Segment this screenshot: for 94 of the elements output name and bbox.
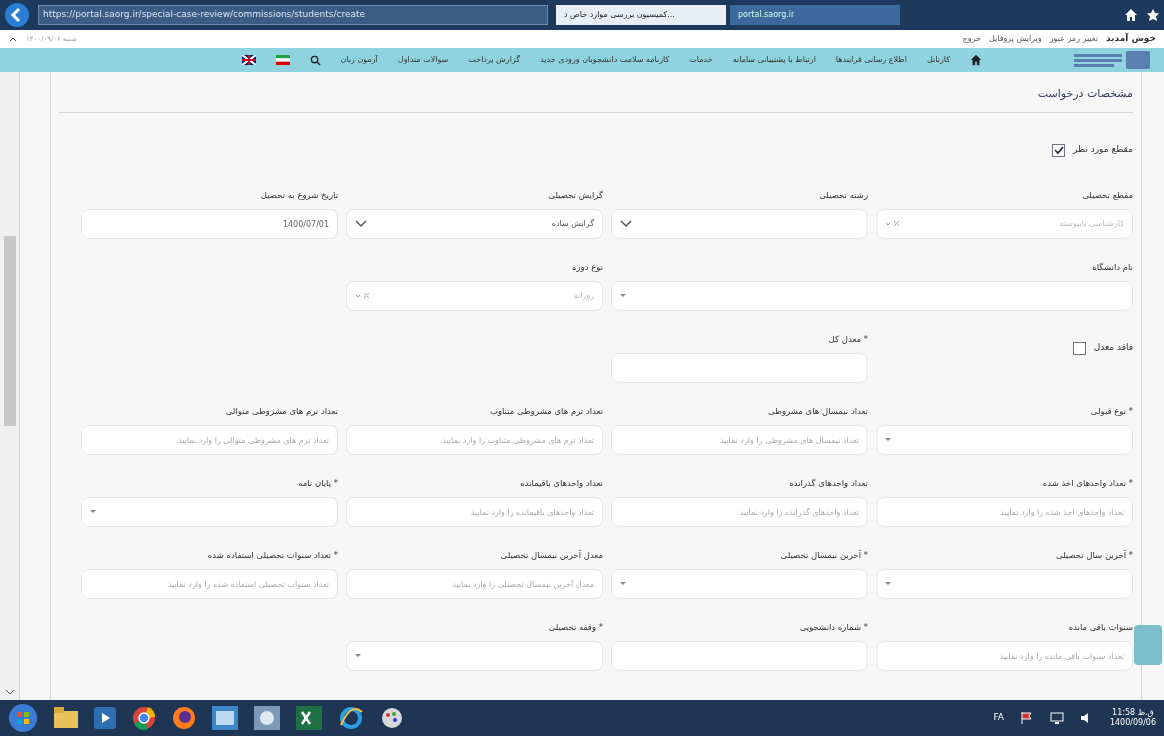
checkbox-label: مقطع مورد نظر xyxy=(1073,143,1133,157)
logo-icon xyxy=(1072,50,1152,70)
chrome-icon[interactable] xyxy=(132,706,156,730)
network-icon[interactable] xyxy=(1049,711,1064,725)
checkbox[interactable] xyxy=(1072,341,1086,355)
input-field[interactable]: تعداد واحدهای گذرانده را وارد نمایید xyxy=(611,497,868,527)
excel-icon[interactable] xyxy=(296,706,322,730)
address-bar[interactable]: https://portal.saorg.ir/special-case-review/commissions/students/create xyxy=(38,5,548,25)
top-link[interactable]: ویرایش پروفایل xyxy=(988,33,1042,45)
select-field[interactable]: گرایش ساده xyxy=(346,209,603,239)
field-label: * آخرین نیمسال تحصیلی xyxy=(779,549,868,561)
chevron-down-icon[interactable] xyxy=(620,220,632,228)
field-label: تعداد ترم های مشروطی متناوب xyxy=(488,405,603,417)
nav-link[interactable]: کارنامه سلامت دانشجویان ورودی جدید xyxy=(540,54,670,66)
input-field[interactable]: تعداد ترم های مشروطی متناوب را وارد نمایید xyxy=(346,425,603,455)
field-label: مقطع تحصیلی xyxy=(1081,189,1133,201)
language-indicator[interactable]: FA xyxy=(993,711,1004,725)
back-icon[interactable] xyxy=(4,2,30,28)
field-label: تعداد نیمسال های مشروطی xyxy=(767,405,868,417)
nav-link[interactable]: اطلاع رسانی فرایندها xyxy=(835,54,907,66)
field-label: تعداد واحدهای باقیمانده xyxy=(519,477,603,489)
caret-icon[interactable] xyxy=(355,654,361,658)
input-field[interactable] xyxy=(611,353,868,383)
select-field[interactable] xyxy=(876,425,1133,455)
caret-icon[interactable] xyxy=(885,438,891,442)
welcome-link[interactable]: خوش آمدید xyxy=(1105,32,1156,46)
select-field[interactable] xyxy=(611,209,868,239)
start-icon[interactable] xyxy=(8,703,38,733)
firefox-icon[interactable] xyxy=(172,706,196,730)
field-label: معدل آخرین نیمسال تحصیلی xyxy=(499,549,603,561)
select-field[interactable] xyxy=(876,569,1133,599)
top-link[interactable]: تغییر رمز عبور xyxy=(1049,33,1098,45)
paint-icon[interactable] xyxy=(380,706,404,730)
input-field[interactable] xyxy=(611,641,868,671)
input-field[interactable]: تعداد ترم های مشروطی متوالی را وارد نمایید xyxy=(81,425,338,455)
field-label: * نوع قبولی xyxy=(1089,405,1133,417)
media-icon[interactable] xyxy=(94,707,116,729)
field-label: گرایش تحصیلی xyxy=(547,189,603,201)
field-label: سنوات باقی مانده xyxy=(1067,621,1133,633)
nav-link[interactable]: گزارش پرداخت xyxy=(468,54,521,66)
app-icon[interactable] xyxy=(212,706,238,730)
flag-tray-icon[interactable] xyxy=(1019,711,1034,725)
input-field[interactable]: 1400/07/01 xyxy=(81,209,338,239)
ie-icon[interactable] xyxy=(338,706,364,730)
select-field[interactable] xyxy=(611,281,1133,311)
home-icon[interactable] xyxy=(970,54,982,66)
nav-link[interactable]: خدمات xyxy=(689,54,713,66)
select-field[interactable] xyxy=(346,641,603,671)
caret-icon[interactable] xyxy=(620,582,626,586)
chevron-down-icon[interactable] xyxy=(355,220,367,228)
flag-icon[interactable] xyxy=(241,55,256,65)
input-field[interactable]: معدل آخرین نیمسال تحصیلی را وارد نمایید xyxy=(346,569,603,599)
field-label: تعداد واحدهای گذرانده xyxy=(788,477,868,489)
nav-link[interactable]: آزمون زبان xyxy=(340,54,378,66)
star-icon[interactable] xyxy=(1146,8,1160,22)
clear-caret-icon[interactable] xyxy=(355,292,371,300)
caret-icon[interactable] xyxy=(90,510,96,514)
field-label: رشته تحصیلی xyxy=(818,189,868,201)
folder-icon[interactable] xyxy=(54,707,78,729)
field-label: * شماره دانشجویی xyxy=(798,621,868,633)
home-icon[interactable] xyxy=(1124,8,1138,22)
field-label: * تعداد واحدهای اخذ شده xyxy=(1041,477,1133,489)
input-field[interactable]: تعداد واحدهای باقیمانده را وارد نمایید xyxy=(346,497,603,527)
section-title: مشخصات درخواست xyxy=(1037,87,1133,100)
field-label: * وقفه تحصیلی xyxy=(547,621,603,633)
browser-tab[interactable]: portal.saorg.ir xyxy=(730,5,900,25)
checkbox-label: فاقد معدل xyxy=(1093,341,1133,355)
field-label: نام دانشگاه xyxy=(1091,261,1133,273)
caret-icon[interactable] xyxy=(620,294,626,298)
input-field[interactable]: تعداد واحدهای اخذ شده را وارد نمایید xyxy=(876,497,1133,527)
top-link[interactable]: خروج xyxy=(962,33,981,45)
browser-tab[interactable]: کمیسیون بررسی موارد خاص د... xyxy=(556,5,726,25)
scrollbar[interactable] xyxy=(0,72,20,700)
nav-link[interactable]: سوالات متداول xyxy=(397,54,449,66)
field-label: تعداد ترم های مشروطی متوالی xyxy=(224,405,338,417)
select-field[interactable] xyxy=(611,569,868,599)
select-field[interactable] xyxy=(81,497,338,527)
input-field[interactable]: تعداد سنوات باقی مانده را وارد نمایید xyxy=(876,641,1133,671)
field-label: * آخرین سال تحصیلی xyxy=(1054,549,1133,561)
scroll-thumb[interactable] xyxy=(3,236,16,426)
field-label: تاریخ شروع به تحصیل xyxy=(259,189,338,201)
nav-link[interactable]: ارتباط با پشتیبانی سامانه xyxy=(732,54,816,66)
input-field[interactable]: تعداد نیمسال های مشروطی را وارد نمایید xyxy=(611,425,868,455)
search-icon[interactable] xyxy=(309,54,321,66)
checkbox[interactable] xyxy=(1052,143,1066,157)
input-field[interactable]: تعداد سنوات تحصیلی استفاده شده را وارد نمایید xyxy=(81,569,338,599)
nav-link[interactable]: کارتابل xyxy=(926,54,950,66)
field-label: * پایان نامه xyxy=(297,477,338,489)
clear-caret-icon[interactable] xyxy=(885,220,901,228)
field-label: * تعداد سنوات تحصیلی استفاده شده xyxy=(206,549,338,561)
field-label: نوع دوره xyxy=(571,261,603,273)
field-label: * معدل کل xyxy=(827,333,868,345)
scroll-down-icon[interactable] xyxy=(4,688,15,696)
caret-icon[interactable] xyxy=(885,582,891,586)
